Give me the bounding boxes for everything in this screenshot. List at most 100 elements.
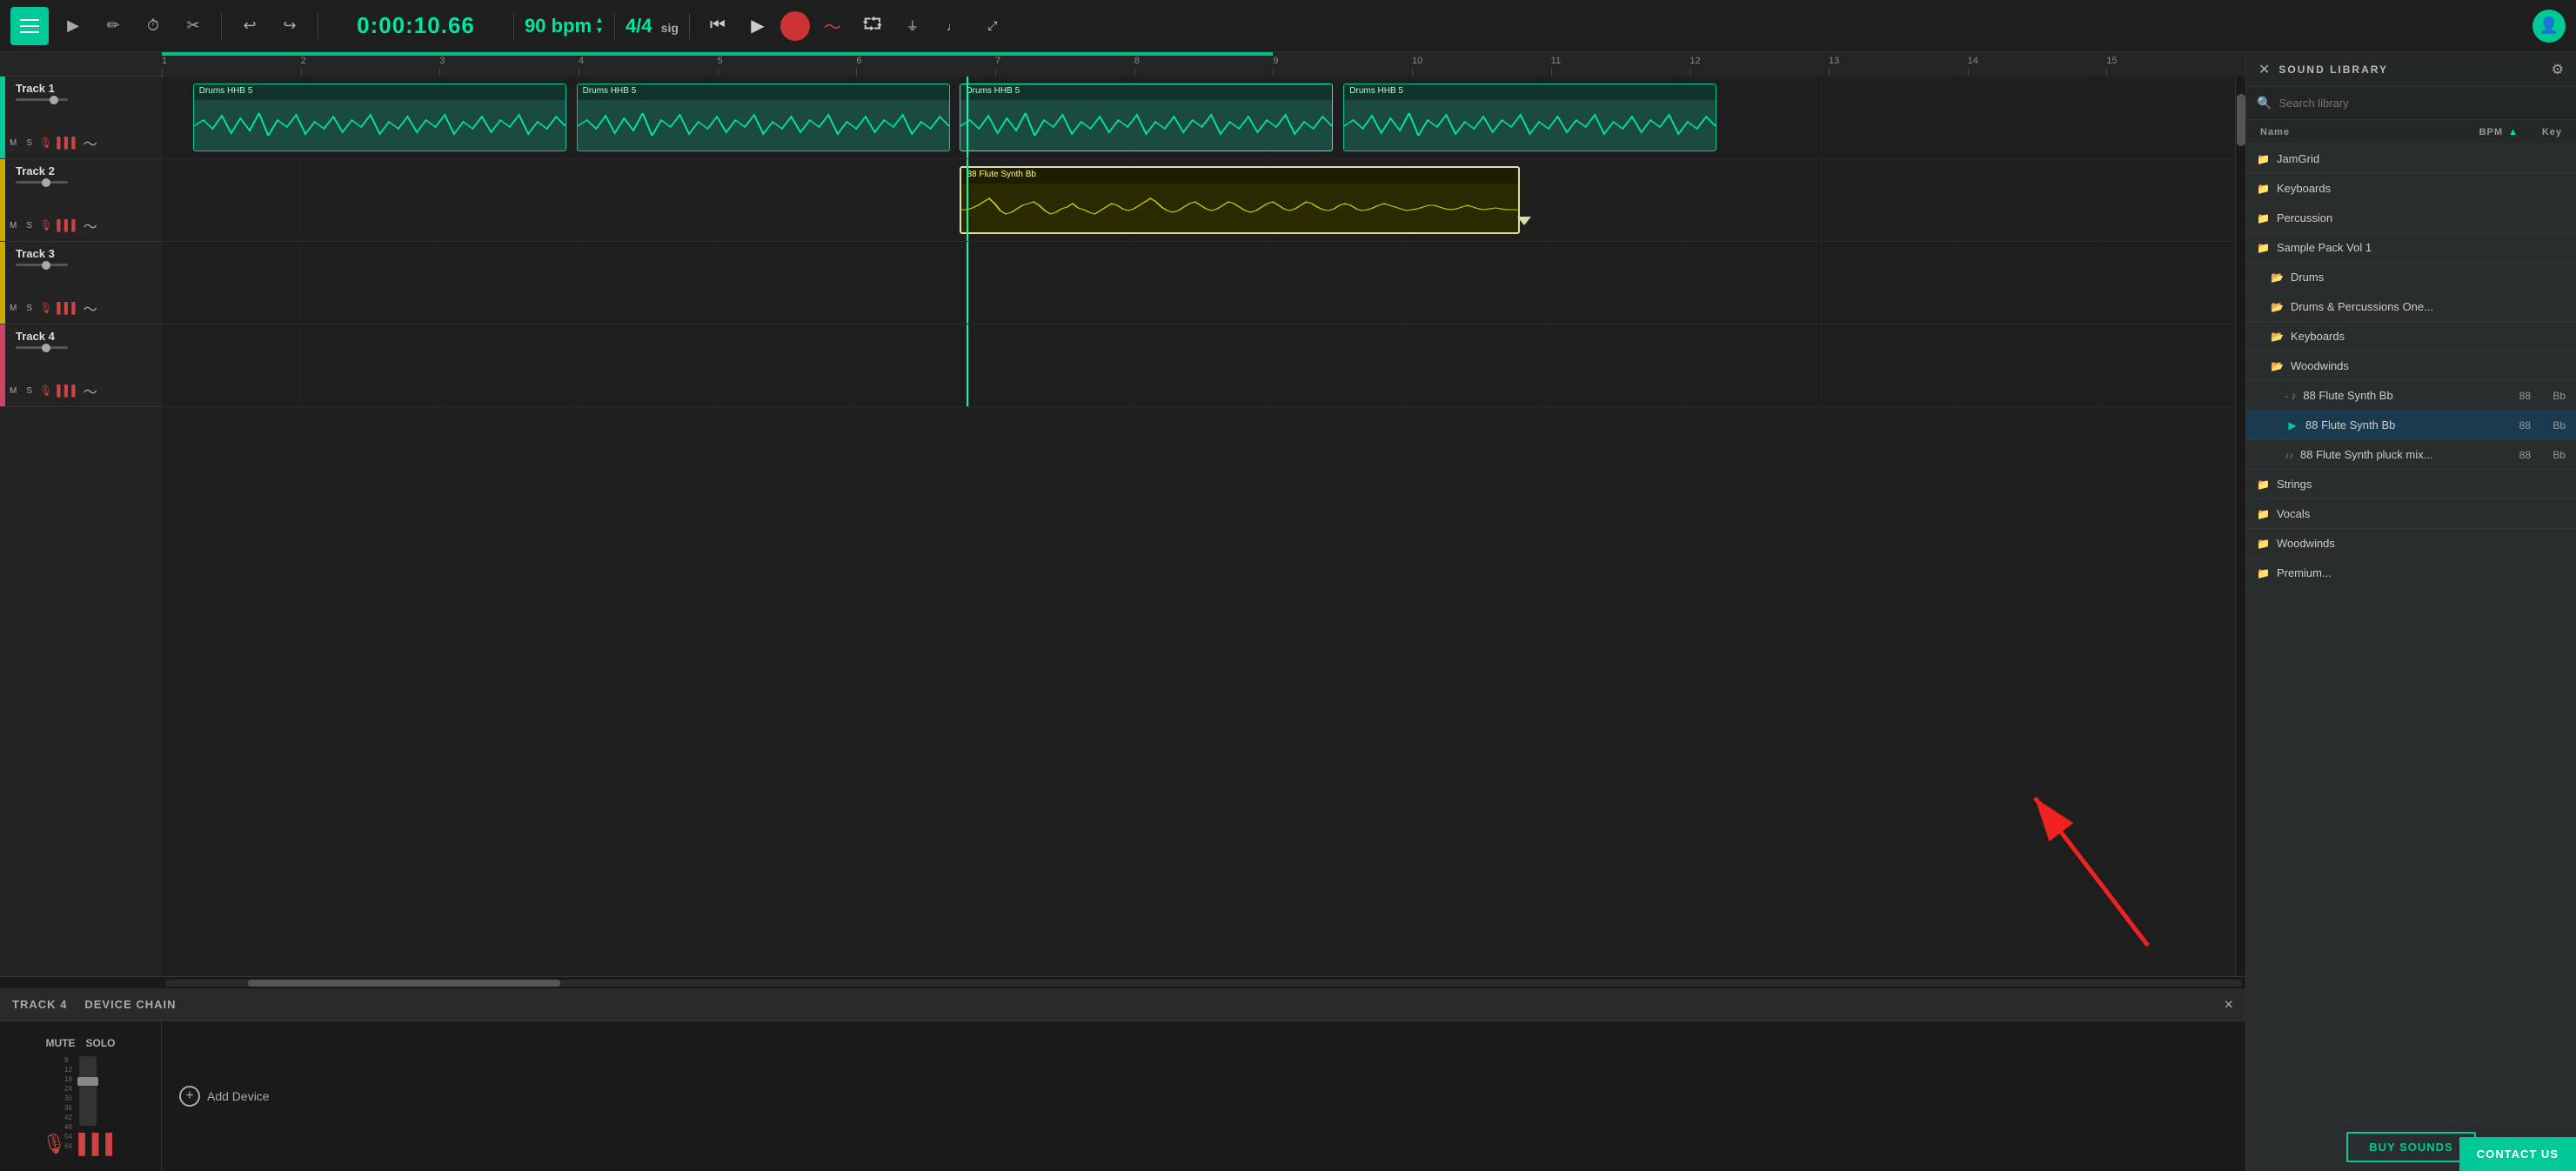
sl-item-keyboards-top[interactable]: 📁Keyboards: [2246, 174, 2576, 204]
volume-fader[interactable]: [79, 1056, 97, 1126]
playhead-3: [967, 242, 968, 324]
red-arrow: [1991, 772, 2165, 963]
sl-item-drums[interactable]: 📂Drums: [2246, 263, 2576, 292]
mute-1[interactable]: M: [7, 137, 19, 149]
sound-library-title: SOUND LIBRARY: [2278, 64, 2388, 76]
sl-item-name-vocals: Vocals: [2277, 507, 2566, 520]
sound-library-settings-button[interactable]: ⚙: [2552, 61, 2564, 78]
sl-item-icon-vocals: 📁: [2257, 508, 2270, 520]
vertical-scrollbar[interactable]: [2235, 77, 2245, 976]
clip-t1-4[interactable]: Drums HHB 5: [1343, 84, 1716, 151]
sl-item-woodwinds-sub[interactable]: 📂Woodwinds: [2246, 351, 2576, 381]
sl-item-flute-pluck[interactable]: ♪♪88 Flute Synth pluck mix...88Bb: [2246, 440, 2576, 470]
record-button[interactable]: [780, 11, 810, 41]
scissors-tool-button[interactable]: ✂: [176, 9, 211, 43]
tempo-button[interactable]: ⏚: [895, 9, 930, 43]
device-chain-close-button[interactable]: ×: [2224, 995, 2233, 1014]
mute-button[interactable]: MUTE: [45, 1037, 75, 1049]
sl-item-sample-pack[interactable]: 📁 Sample Pack Vol 1: [2246, 233, 2576, 263]
sl-item-premium[interactable]: 📁Premium...: [2246, 559, 2576, 588]
track-vol-4[interactable]: [16, 346, 68, 349]
metronome-button[interactable]: ♩: [935, 9, 970, 43]
sound-library-panel: ✕ SOUND LIBRARY ⚙ 🔍 Name BPM ▲ Key 📁JamG…: [2245, 52, 2576, 1171]
main-content: 123456789101112131415 Track 1: [0, 52, 2576, 1171]
track-label-3: Track 3 M S 🎙 ▌▌▌ 〜: [0, 242, 162, 325]
sl-item-flute-bb-inactive[interactable]: - ♪88 Flute Synth Bb88Bb: [2246, 381, 2576, 411]
loop-button[interactable]: ⮔: [855, 9, 890, 43]
solo-1[interactable]: S: [23, 137, 35, 149]
track-labels: Track 1 M S 🎙 ▌▌▌ 〜: [0, 77, 162, 976]
h-scrollbar[interactable]: [0, 976, 2245, 988]
sl-item-name-sample-pack: Sample Pack Vol 1: [2277, 241, 2566, 254]
bpm-arrows[interactable]: ▲▼: [595, 16, 604, 36]
tracks-row: Track 1 M S 🎙 ▌▌▌ 〜: [0, 77, 2245, 976]
col-bpm-header[interactable]: BPM ▲: [2466, 127, 2519, 137]
timeline-ruler: 123456789101112131415: [162, 52, 2245, 77]
avatar[interactable]: 👤: [2533, 10, 2566, 43]
clip-t2-1[interactable]: 88 Flute Synth Bb: [960, 166, 1519, 234]
mute-4[interactable]: M: [7, 385, 19, 397]
sl-item-percussion[interactable]: 📁Percussion: [2246, 204, 2576, 233]
redo-button[interactable]: ↪: [272, 9, 307, 43]
clip-t1-1[interactable]: Drums HHB 5: [193, 84, 566, 151]
clip-t1-4-label: Drums HHB 5: [1344, 84, 1716, 100]
go-start-button[interactable]: ⏮: [700, 9, 735, 43]
sl-item-name-drums: Drums: [2291, 271, 2566, 284]
sl-item-flute-bb-active[interactable]: ▶88 Flute Synth Bb88Bb: [2246, 411, 2576, 440]
sl-item-icon-flute-bb-inactive: - ♪: [2285, 390, 2296, 402]
play-button[interactable]: ▶: [740, 9, 775, 43]
fader-thumb: [77, 1077, 98, 1086]
sl-item-icon-strings: 📁: [2257, 478, 2270, 491]
solo-button[interactable]: SOLO: [85, 1037, 115, 1049]
sl-item-woodwinds[interactable]: 📁Woodwinds: [2246, 529, 2576, 559]
mic-icon: 🎙: [42, 1133, 66, 1155]
clip-end-marker: [1517, 217, 1531, 225]
scrollbar-thumb[interactable]: [248, 980, 559, 987]
device-chain-header: TRACK 4 DEVICE CHAIN ×: [0, 988, 2245, 1021]
track-label-1: Track 1 M S 🎙 ▌▌▌ 〜: [0, 77, 162, 159]
scrollbar-track[interactable]: [165, 980, 2242, 987]
track-controls-4: M S 🎙 ▌▌▌ 〜: [7, 380, 155, 401]
sl-item-strings[interactable]: 📁Strings: [2246, 470, 2576, 499]
search-input[interactable]: [2278, 97, 2566, 110]
menu-button[interactable]: [10, 7, 49, 45]
sl-item-key-flute-bb-active: Bb: [2531, 419, 2566, 432]
pencil-tool-button[interactable]: ✏: [96, 9, 130, 43]
track-vol-1[interactable]: [16, 98, 68, 101]
mute-3[interactable]: M: [7, 303, 19, 314]
sl-item-icon-sample-pack: 📁: [2257, 242, 2270, 254]
play-btn-flute-bb-active[interactable]: ▶: [2285, 418, 2300, 433]
sl-col-headers: Name BPM ▲ Key: [2246, 120, 2576, 144]
clock-tool-button[interactable]: ⏱: [136, 9, 171, 43]
sl-item-drums-perc[interactable]: 📂 Drums & Percussions One...: [2246, 292, 2576, 322]
track-vol-2[interactable]: [16, 181, 68, 184]
solo-3[interactable]: S: [23, 303, 35, 314]
sl-item-keyboards-sub[interactable]: 📂Keyboards: [2246, 322, 2576, 351]
buy-sounds-button[interactable]: BUY SOUNDS: [2346, 1132, 2475, 1162]
share-button[interactable]: ⤢: [975, 9, 1010, 43]
clip-t1-3[interactable]: Drums HHB 5: [960, 84, 1333, 151]
add-device-button[interactable]: + Add Device: [179, 1086, 270, 1107]
clip-t2-1-label: 88 Flute Synth Bb: [961, 168, 1517, 184]
transport-group: ⏮ ▶ 〜 ⮔ ⏚ ♩ ⤢: [700, 9, 1010, 43]
sl-item-bpm-flute-bb-active: 88: [2487, 419, 2531, 432]
automation-button[interactable]: 〜: [815, 9, 850, 43]
track-row-1: Drums HHB 5 Drums HHB 5: [162, 77, 2235, 159]
solo-2[interactable]: S: [23, 220, 35, 231]
undo-button[interactable]: ↩: [232, 9, 267, 43]
sl-item-name-keyboards-top: Keyboards: [2277, 182, 2566, 195]
sl-item-name-drums-perc: Drums & Percussions One...: [2291, 300, 2566, 313]
eq-icon: ▌▌▌: [78, 1133, 119, 1155]
sl-item-jamgrid[interactable]: 📁JamGrid: [2246, 144, 2576, 174]
contact-us-button[interactable]: CONTACT US: [2459, 1137, 2576, 1171]
sound-library-close-button[interactable]: ✕: [2258, 61, 2270, 78]
select-tool-button[interactable]: ▶: [56, 9, 90, 43]
mute-2[interactable]: M: [7, 220, 19, 231]
clip-t1-2-label: Drums HHB 5: [578, 84, 949, 100]
track-vol-3[interactable]: [16, 264, 68, 266]
solo-4[interactable]: S: [23, 385, 35, 397]
timeline-header: 123456789101112131415: [0, 52, 2245, 77]
clip-t1-2[interactable]: Drums HHB 5: [577, 84, 950, 151]
sl-item-vocals[interactable]: 📁 Vocals: [2246, 499, 2576, 529]
sl-item-icon-drums-perc: 📂: [2271, 301, 2284, 313]
